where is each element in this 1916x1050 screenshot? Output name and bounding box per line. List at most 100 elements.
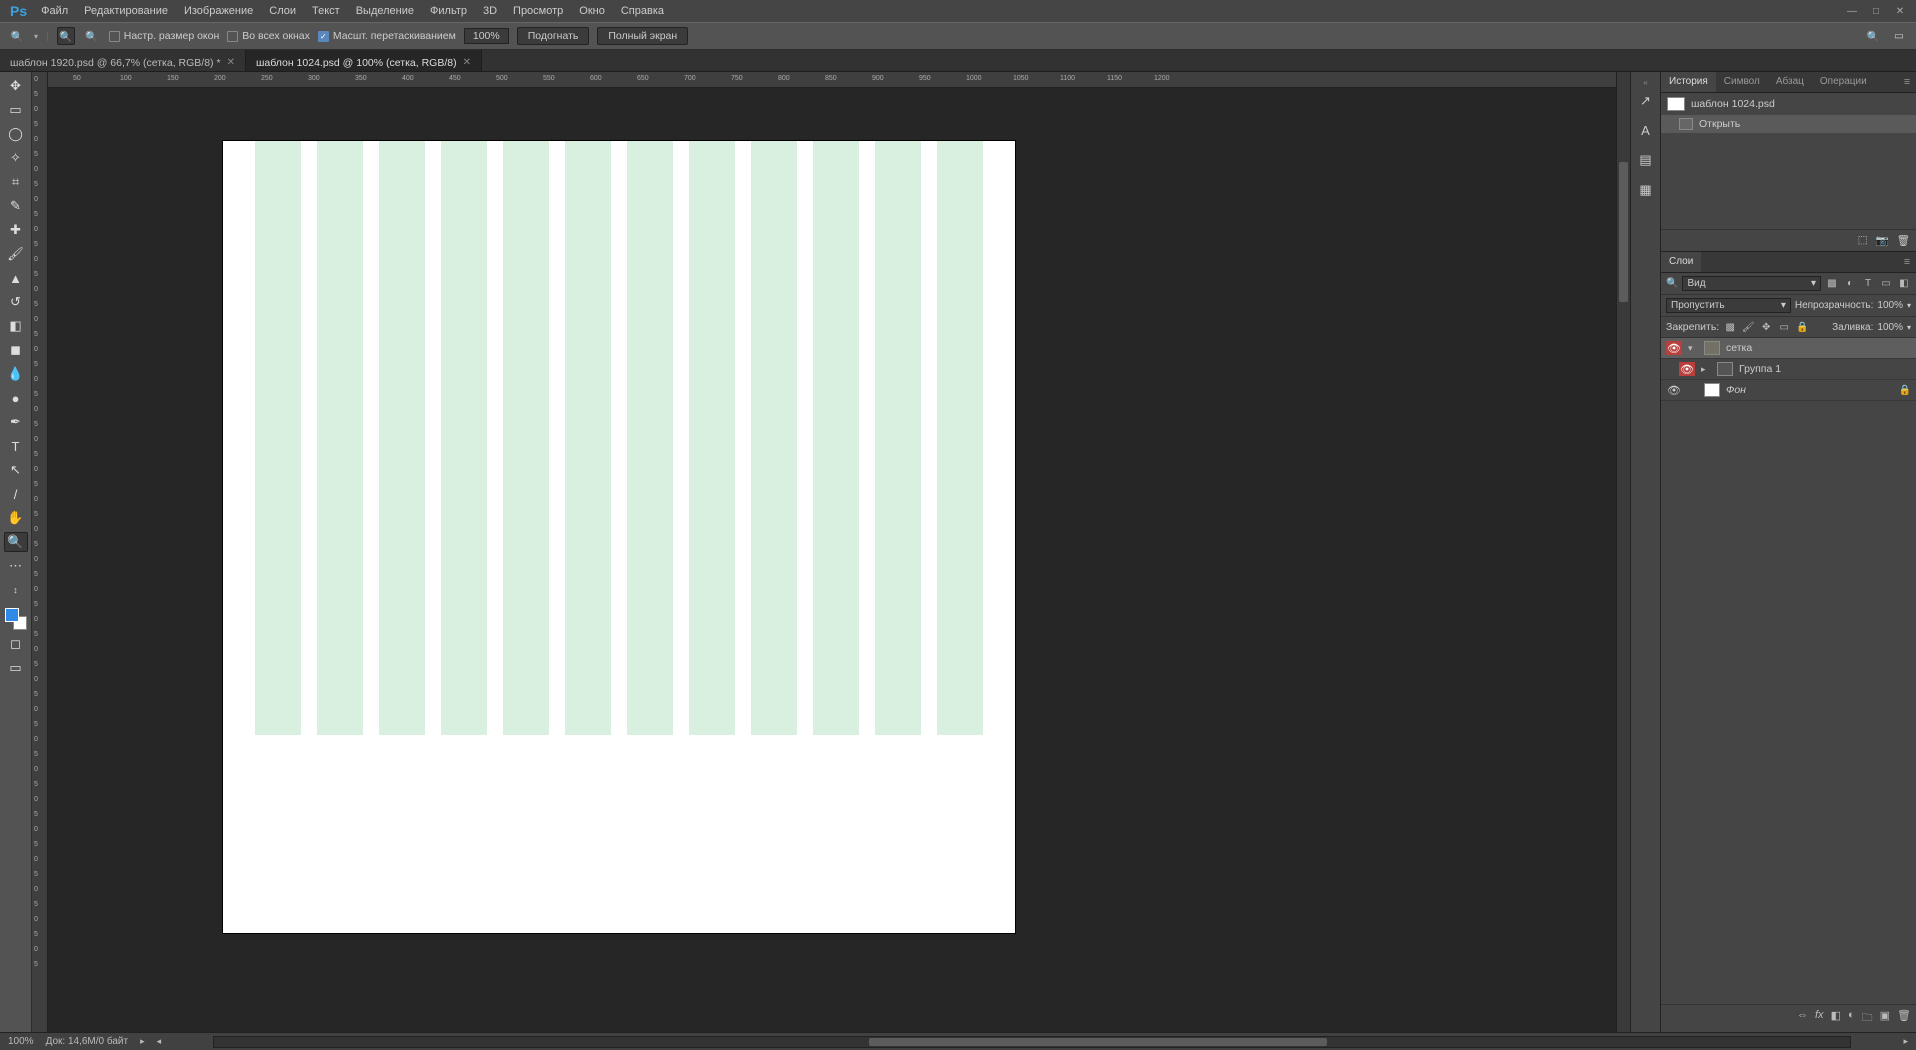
dock-brush-icon[interactable]: ↗ bbox=[1640, 93, 1651, 109]
canvas-stage[interactable] bbox=[48, 88, 1616, 1032]
current-tool-icon[interactable]: 🔍 bbox=[8, 27, 26, 45]
gradient-tool-icon[interactable]: ◼ bbox=[4, 340, 28, 360]
checkbox-all-windows[interactable]: Во всех окнах bbox=[227, 30, 310, 42]
fit-screen-button[interactable]: Подогнать bbox=[517, 27, 590, 45]
filter-type-icon[interactable]: T bbox=[1861, 277, 1875, 291]
menu-view[interactable]: Просмотр bbox=[505, 5, 571, 17]
eraser-tool-icon[interactable]: ◧ bbox=[4, 316, 28, 336]
dodge-tool-icon[interactable]: ● bbox=[4, 388, 28, 408]
visibility-toggle-icon[interactable]: 👁 bbox=[1666, 383, 1682, 397]
scrollbar-thumb[interactable] bbox=[1619, 162, 1628, 302]
filter-shape-icon[interactable]: ▭ bbox=[1879, 277, 1893, 291]
close-icon[interactable]: ✕ bbox=[463, 57, 471, 68]
checkbox-scrubby-zoom[interactable]: Масшт. перетаскиванием bbox=[318, 30, 456, 42]
document-tab-1[interactable]: шаблон 1024.psd @ 100% (сетка, RGB/8) ✕ bbox=[246, 50, 482, 71]
tab-history[interactable]: История bbox=[1661, 72, 1716, 92]
new-snapshot-icon[interactable]: ⬚ bbox=[1858, 234, 1868, 247]
chevron-left-icon[interactable]: ◂ bbox=[157, 1036, 162, 1047]
foreground-color-swatch[interactable] bbox=[5, 608, 19, 622]
blend-mode-select[interactable]: Пропустить▾ bbox=[1666, 298, 1791, 313]
layer-mask-icon[interactable]: ◧ bbox=[1831, 1009, 1841, 1028]
new-group-icon[interactable]: 🗀 bbox=[1862, 1009, 1873, 1028]
close-icon[interactable]: ✕ bbox=[227, 57, 235, 68]
checkbox-resize-windows[interactable]: Настр. размер окон bbox=[109, 30, 220, 42]
document-canvas[interactable] bbox=[223, 141, 1015, 933]
filter-pixel-icon[interactable]: ▩ bbox=[1825, 277, 1839, 291]
history-brush-tool-icon[interactable]: ↺ bbox=[4, 292, 28, 312]
menu-image[interactable]: Изображение bbox=[176, 5, 261, 17]
zoom-out-icon[interactable]: 🔍 bbox=[83, 27, 101, 45]
full-screen-button[interactable]: Полный экран bbox=[597, 27, 688, 45]
chevron-right-icon[interactable]: ▸ bbox=[140, 1036, 145, 1047]
zoom-field[interactable]: 100% bbox=[464, 28, 509, 44]
new-state-icon[interactable]: 📷 bbox=[1876, 234, 1889, 247]
layer-style-icon[interactable]: fx bbox=[1815, 1009, 1824, 1028]
chevron-right-icon[interactable]: ▸ bbox=[1701, 364, 1711, 375]
hand-tool-icon[interactable]: ✋ bbox=[4, 508, 28, 528]
history-step-row[interactable]: Открыть bbox=[1661, 115, 1916, 133]
workspace-switcher-icon[interactable]: ▭ bbox=[1890, 27, 1908, 45]
lock-all-icon[interactable]: 🔒 bbox=[1795, 320, 1809, 334]
blur-tool-icon[interactable]: 💧 bbox=[4, 364, 28, 384]
status-zoom[interactable]: 100% bbox=[8, 1036, 34, 1047]
quickmask-icon[interactable]: ◻ bbox=[4, 634, 28, 654]
magic-wand-tool-icon[interactable]: ✧ bbox=[4, 148, 28, 168]
visibility-toggle-icon[interactable]: 👁 bbox=[1666, 341, 1682, 355]
edit-toolbar-icon[interactable]: ↕ bbox=[4, 580, 28, 600]
chevron-down-icon[interactable]: ▾ bbox=[1688, 343, 1698, 354]
lock-artboard-icon[interactable]: ▭ bbox=[1777, 320, 1791, 334]
scrollbar-thumb[interactable] bbox=[869, 1038, 1327, 1046]
layer-row-group1[interactable]: 👁 ▸ Группа 1 bbox=[1661, 359, 1916, 380]
delete-layer-icon[interactable]: 🗑 bbox=[1897, 1009, 1911, 1028]
window-minimize-icon[interactable]: — bbox=[1843, 4, 1861, 18]
menu-edit[interactable]: Редактирование bbox=[76, 5, 176, 17]
tab-actions[interactable]: Операции bbox=[1812, 72, 1875, 92]
visibility-toggle-icon[interactable]: 👁 bbox=[1679, 362, 1695, 376]
menu-text[interactable]: Текст bbox=[304, 5, 348, 17]
brush-tool-icon[interactable]: 🖌 bbox=[4, 244, 28, 264]
menu-layers[interactable]: Слои bbox=[261, 5, 304, 17]
layer-row-background[interactable]: 👁 Фон 🔒 bbox=[1661, 380, 1916, 401]
menu-select[interactable]: Выделение bbox=[348, 5, 422, 17]
search-icon[interactable]: 🔍 bbox=[1864, 27, 1882, 45]
zoom-tool-icon[interactable]: 🔍 bbox=[4, 532, 28, 552]
more-tools-icon[interactable]: ⋯ bbox=[4, 556, 28, 576]
type-tool-icon[interactable]: T bbox=[4, 436, 28, 456]
color-swatches[interactable] bbox=[5, 608, 27, 630]
vertical-scrollbar[interactable] bbox=[1616, 72, 1630, 1032]
dock-grip-icon[interactable]: « bbox=[1643, 78, 1647, 87]
history-document-row[interactable]: шаблон 1024.psd bbox=[1661, 93, 1916, 115]
adjustment-icon[interactable]: ◐ bbox=[1848, 1009, 1855, 1028]
eyedropper-tool-icon[interactable]: ✎ bbox=[4, 196, 28, 216]
screenmode-icon[interactable]: ▭ bbox=[4, 658, 28, 678]
path-select-tool-icon[interactable]: ↖ bbox=[4, 460, 28, 480]
zoom-in-icon[interactable]: 🔍 bbox=[57, 27, 75, 45]
panel-menu-icon[interactable]: ≡ bbox=[1898, 72, 1916, 92]
lock-transparent-icon[interactable]: ▩ bbox=[1723, 320, 1737, 334]
tab-character[interactable]: Символ bbox=[1716, 72, 1768, 92]
stamp-tool-icon[interactable]: ▲ bbox=[4, 268, 28, 288]
horizontal-scrollbar[interactable] bbox=[213, 1036, 1851, 1048]
filter-smart-icon[interactable]: ◧ bbox=[1897, 277, 1911, 291]
layer-name[interactable]: Группа 1 bbox=[1739, 363, 1911, 375]
chevron-right-icon[interactable]: ▸ bbox=[1903, 1036, 1908, 1047]
menu-3d[interactable]: 3D bbox=[475, 5, 505, 17]
fill-value[interactable]: 100% bbox=[1877, 322, 1903, 333]
lock-pixels-icon[interactable]: 🖌 bbox=[1741, 320, 1755, 334]
panel-menu-icon[interactable]: ≡ bbox=[1898, 252, 1916, 272]
window-maximize-icon[interactable]: □ bbox=[1867, 4, 1885, 18]
menu-help[interactable]: Справка bbox=[613, 5, 672, 17]
layer-row-setka[interactable]: 👁 ▾ сетка bbox=[1661, 338, 1916, 359]
link-layers-icon[interactable]: ⇔ bbox=[1797, 1009, 1808, 1028]
move-tool-icon[interactable]: ✥ bbox=[4, 76, 28, 96]
window-close-icon[interactable]: ✕ bbox=[1891, 4, 1909, 18]
tab-layers[interactable]: Слои bbox=[1661, 252, 1701, 272]
pen-tool-icon[interactable]: ✒ bbox=[4, 412, 28, 432]
lock-position-icon[interactable]: ✥ bbox=[1759, 320, 1773, 334]
menu-file[interactable]: Файл bbox=[33, 5, 76, 17]
lasso-tool-icon[interactable]: ◯ bbox=[4, 124, 28, 144]
dock-character-icon[interactable]: A bbox=[1641, 123, 1650, 138]
dock-styles-icon[interactable]: ▦ bbox=[1639, 182, 1651, 198]
layer-name[interactable]: Фон bbox=[1726, 384, 1893, 396]
shape-tool-icon[interactable]: / bbox=[4, 484, 28, 504]
